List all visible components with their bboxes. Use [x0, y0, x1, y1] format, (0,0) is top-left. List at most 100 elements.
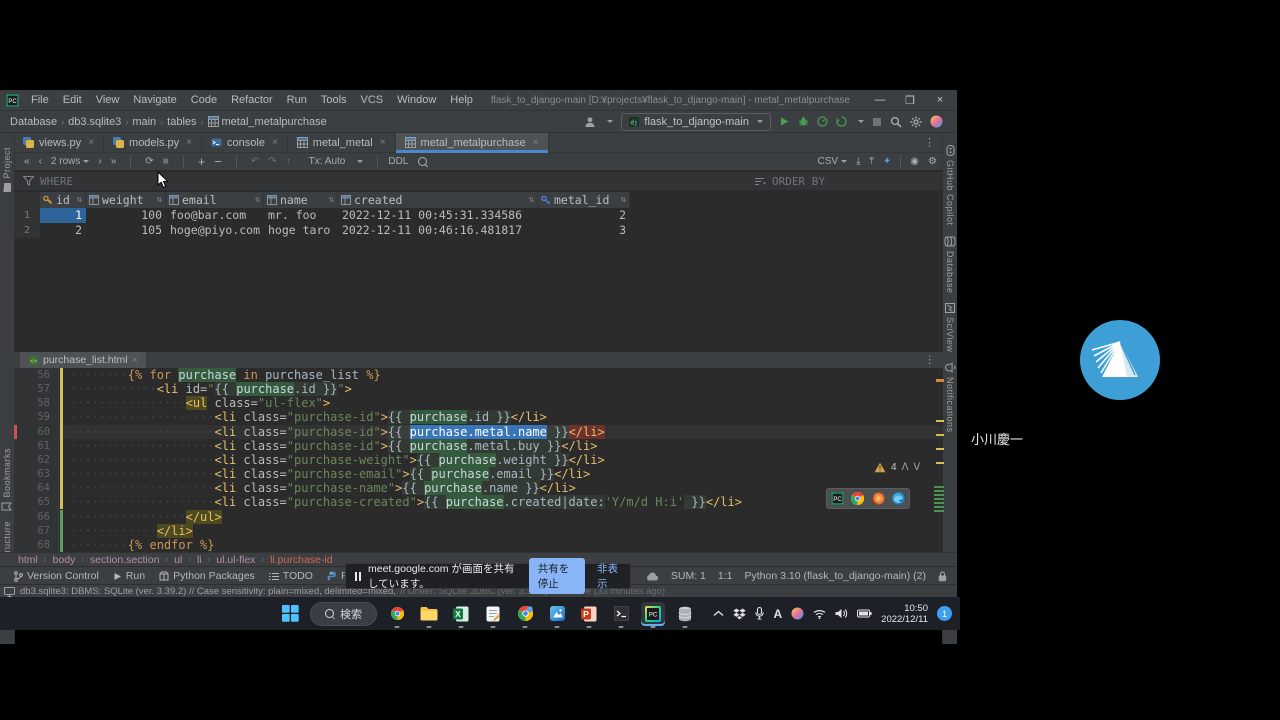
- taskbar-database-app[interactable]: [673, 602, 697, 626]
- hide-banner-button[interactable]: 非表示: [597, 561, 620, 591]
- grid-cell-weight[interactable]: 105: [86, 223, 166, 238]
- html-breadcrumb-item[interactable]: body: [53, 554, 76, 566]
- code-line-58[interactable]: 58················<ul class="ul-flex">: [14, 396, 943, 410]
- maximize-button[interactable]: ❐: [895, 94, 925, 107]
- tray-ime-a[interactable]: A: [773, 607, 782, 621]
- run-button[interactable]: [779, 116, 790, 127]
- close-tab-icon[interactable]: ×: [88, 137, 94, 148]
- settings-gear-icon[interactable]: [910, 116, 922, 128]
- redo-button[interactable]: ↷: [268, 156, 276, 167]
- notification-count-badge[interactable]: 1: [937, 606, 952, 621]
- tray-color-ball[interactable]: [791, 607, 804, 620]
- close-tab-icon[interactable]: ×: [272, 137, 278, 148]
- open-in-edge-icon[interactable]: [892, 492, 905, 505]
- taskbar-excel[interactable]: X: [449, 602, 473, 626]
- revert-button[interactable]: ↶: [251, 156, 259, 167]
- coverage-button[interactable]: [836, 116, 847, 127]
- stop-sharing-button[interactable]: 共有を停止: [529, 558, 585, 594]
- tool-window-sciview[interactable]: SciView: [945, 303, 955, 352]
- taskbar-windows-start[interactable]: [278, 602, 302, 626]
- taskbar-search[interactable]: 検索: [310, 602, 377, 626]
- run-configuration-select[interactable]: dj flask_to_django-main: [621, 113, 771, 131]
- column-header-name[interactable]: name⇅: [264, 192, 338, 208]
- tab-purchase-list-html[interactable]: <> purchase_list.html ×: [20, 352, 146, 368]
- code-line-61[interactable]: 61····················<li class="purchas…: [14, 439, 943, 453]
- html-breadcrumb-item[interactable]: ul.ul-flex: [216, 554, 255, 566]
- grid-cell-id[interactable]: 2: [40, 223, 86, 238]
- close-button[interactable]: ×: [925, 94, 955, 107]
- tray-dropbox[interactable]: [733, 608, 746, 620]
- status-item-todo[interactable]: TODO: [269, 570, 313, 582]
- grid-order-by[interactable]: ORDER BY: [755, 175, 825, 188]
- sort-arrows-icon[interactable]: ⇅: [329, 195, 334, 205]
- html-breadcrumb-item[interactable]: ul: [174, 554, 182, 566]
- code-line-60[interactable]: 60····················<li class="purchas…: [14, 425, 943, 439]
- open-in-pycharm-icon[interactable]: PC: [831, 492, 844, 505]
- taskbar-pycharm[interactable]: PC: [641, 602, 665, 626]
- tab-list-kebab-icon[interactable]: ⋮: [916, 136, 943, 149]
- ddl-button[interactable]: DDL: [388, 156, 408, 167]
- grid-cell-email[interactable]: foo@bar.com: [166, 208, 264, 223]
- minimize-button[interactable]: —: [865, 94, 895, 107]
- tool-window-notifications[interactable]: Notifications: [945, 362, 955, 433]
- close-tab-icon[interactable]: ×: [132, 354, 138, 366]
- menu-edit[interactable]: Edit: [57, 92, 88, 108]
- row-number[interactable]: 2: [14, 223, 40, 238]
- prev-problem-icon[interactable]: ᐱ: [902, 462, 909, 473]
- table-settings-gear-icon[interactable]: ⚙: [928, 156, 937, 167]
- tray-wifi[interactable]: [813, 609, 826, 619]
- taskbar-terminal[interactable]: [609, 602, 633, 626]
- column-header-weight[interactable]: weight⇅: [86, 192, 166, 208]
- modify-icon[interactable]: ✦: [883, 156, 891, 167]
- menu-help[interactable]: Help: [444, 92, 479, 108]
- grid-cell-metal_id[interactable]: 2: [538, 208, 630, 223]
- taskbar-powerpoint[interactable]: P: [577, 602, 601, 626]
- tab-options-kebab-icon[interactable]: ⋮: [917, 354, 944, 366]
- tx-mode-select[interactable]: Tx: Auto: [305, 156, 368, 167]
- stop-query-button[interactable]: ■: [163, 156, 169, 167]
- sort-arrows-icon[interactable]: ⇅: [77, 195, 82, 205]
- reload-button[interactable]: ⟳: [145, 156, 153, 167]
- code-line-65[interactable]: 65····················<li class="purchas…: [14, 495, 943, 509]
- profiler-button[interactable]: [817, 116, 828, 127]
- gradient-ball-icon[interactable]: [930, 115, 943, 128]
- html-breadcrumb-item[interactable]: li.purchase-id: [270, 554, 332, 566]
- code-line-67[interactable]: 67············</li>: [14, 524, 943, 538]
- tray-chevron-up[interactable]: [713, 610, 724, 617]
- code-editor[interactable]: 56········{% for purchase in purchase_li…: [14, 368, 943, 552]
- next-problem-icon[interactable]: ᐯ: [913, 462, 920, 473]
- tool-window-bookmarks[interactable]: Bookmarks: [2, 448, 12, 512]
- column-header-metal_id[interactable]: metal_id⇅: [538, 192, 630, 208]
- delete-row-button[interactable]: −: [214, 154, 222, 169]
- grid-cell-created[interactable]: 2022-12-11 00:46:16.481817: [338, 223, 538, 238]
- grid-filter-row[interactable]: WHERE ORDER BY: [14, 172, 943, 191]
- code-line-59[interactable]: 59····················<li class="purchas…: [14, 410, 943, 424]
- tray-microphone[interactable]: [755, 607, 764, 620]
- next-page-button[interactable]: ›: [98, 156, 101, 167]
- status-item-run[interactable]: Run: [113, 570, 145, 582]
- sort-arrows-icon[interactable]: ⇅: [621, 195, 626, 205]
- table-search-icon[interactable]: [418, 157, 427, 166]
- close-tab-icon[interactable]: ×: [186, 137, 192, 148]
- menu-window[interactable]: Window: [391, 92, 442, 108]
- tray-battery[interactable]: [857, 609, 872, 618]
- grid-cell-email[interactable]: hoge@piyo.com: [166, 223, 264, 238]
- tray-volume[interactable]: [835, 608, 848, 619]
- html-breadcrumb-item[interactable]: li: [197, 554, 202, 566]
- add-row-button[interactable]: +: [198, 154, 206, 169]
- code-line-64[interactable]: 64····················<li class="purchas…: [14, 481, 943, 495]
- tool-window-project[interactable]: Project: [2, 147, 12, 193]
- taskbar-clock[interactable]: 10:50 2022/12/11: [881, 603, 928, 625]
- sort-arrows-icon[interactable]: ⇅: [529, 195, 534, 205]
- code-line-62[interactable]: 62····················<li class="purchas…: [14, 453, 943, 467]
- tab-console[interactable]: console×: [202, 133, 288, 152]
- tool-window-github-copilot[interactable]: GitHub Copilot: [945, 145, 956, 226]
- column-header-email[interactable]: email⇅: [166, 192, 264, 208]
- column-header-created[interactable]: created⇅: [338, 192, 538, 208]
- code-line-63[interactable]: 63····················<li class="purchas…: [14, 467, 943, 481]
- html-breadcrumb-item[interactable]: html: [18, 554, 38, 566]
- tab-views-py[interactable]: views.py×: [14, 133, 104, 152]
- tool-window-database[interactable]: Database: [945, 236, 955, 294]
- db-breadcrumb-item[interactable]: db3.sqlite3: [68, 116, 121, 128]
- first-page-button[interactable]: «: [24, 156, 30, 167]
